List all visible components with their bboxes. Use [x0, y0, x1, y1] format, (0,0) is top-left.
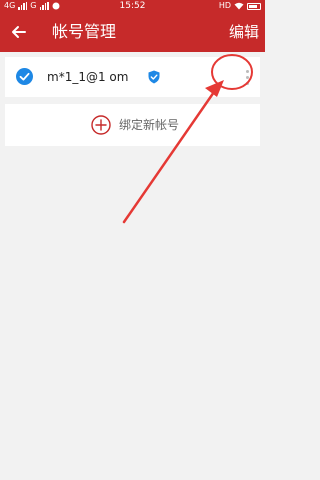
account-item[interactable]: m*1_1@1 om [5, 57, 260, 97]
status-bar: 4G G 15:52 HD [0, 0, 265, 12]
add-account-label: 绑定新帐号 [119, 118, 180, 132]
verified-shield-icon [148, 70, 160, 84]
status-right: HD [219, 0, 261, 12]
account-email: m*1_1@1 om [47, 70, 129, 84]
more-dot [245, 69, 249, 73]
plus-circle-icon [91, 115, 111, 135]
check-circle-icon [16, 68, 33, 85]
hd-label: HD [218, 1, 231, 10]
page-title: 帐号管理 [52, 22, 117, 41]
add-account-button[interactable]: 绑定新帐号 [5, 104, 260, 146]
wifi-icon [234, 2, 244, 10]
arrow-left-icon [12, 26, 26, 38]
more-dot [245, 81, 249, 85]
back-button[interactable] [8, 21, 30, 43]
edit-button[interactable]: 编辑 [229, 12, 259, 52]
more-options-button[interactable] [236, 64, 258, 90]
battery-icon [247, 2, 261, 10]
more-dot [245, 75, 249, 79]
app-toolbar: 帐号管理 编辑 [0, 12, 265, 52]
